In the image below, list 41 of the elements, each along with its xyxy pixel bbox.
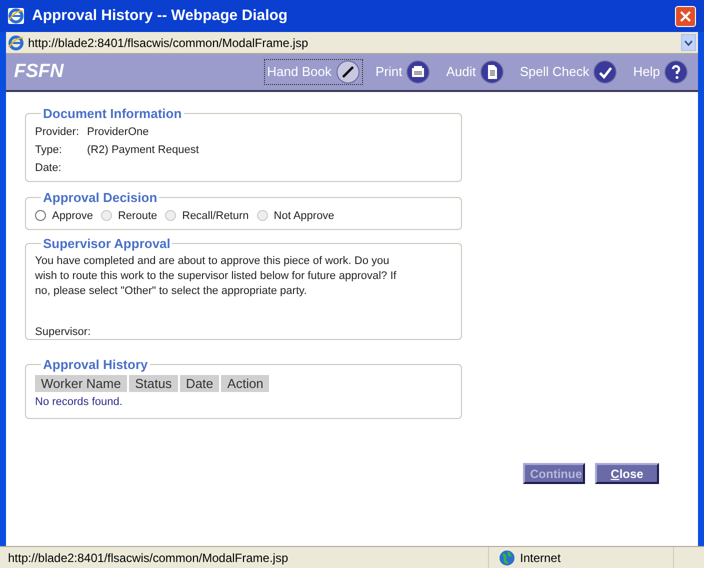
column-header: Date: [180, 374, 220, 392]
instruction-text: You have completed and are about to approve this piece of work. Do you wish to route this work to the supervisor listed below for future approval? If no, please select "Other" to select the appropriate party.: [35, 254, 398, 298]
section-title: Approval History: [42, 356, 149, 374]
checkmark-icon: [593, 60, 618, 84]
column-header: Action: [221, 374, 270, 392]
document-icon: [480, 60, 504, 84]
browser-icon: [8, 8, 24, 24]
toolbar-button[interactable]: Print: [374, 60, 432, 84]
column-header: Worker Name: [35, 374, 127, 392]
address-text: http://blade2:8401/flsacwis/common/ModalFrame.jsp: [28, 34, 310, 52]
field-label: Date:: [35, 161, 62, 176]
brand-logo: FSFN: [14, 60, 65, 84]
field-label: Type:: [35, 143, 63, 158]
close-button[interactable]: [675, 6, 696, 26]
field-label: Provider:: [35, 125, 80, 140]
field-label: Supervisor:: [35, 324, 92, 340]
section-title: Document Information: [42, 105, 183, 123]
radio-button[interactable]: [35, 210, 46, 222]
toolbar-button[interactable]: Hand Book: [265, 60, 362, 84]
toolbar-button[interactable]: Audit: [444, 60, 506, 84]
pen-icon: [336, 60, 360, 84]
field-value: (R2) Payment Request: [87, 143, 199, 158]
chevron-down-icon: [684, 40, 693, 46]
printer-icon: [406, 60, 430, 84]
help-icon: [664, 60, 688, 84]
radio-option[interactable]: Approve: [35, 208, 93, 224]
dialog-button[interactable]: Close: [595, 463, 659, 484]
section-title: Approval Decision: [42, 189, 158, 207]
browser-icon: [8, 34, 24, 50]
dropdown-button[interactable]: [681, 34, 696, 51]
toolbar-button[interactable]: Spell Check: [518, 60, 620, 84]
empty-message: No records found.: [35, 394, 124, 410]
window-title: Approval History -- Webpage Dialog: [32, 6, 289, 26]
field-value: ProviderOne: [87, 125, 149, 140]
status-text: http://blade2:8401/flsacwis/common/ModalFrame.jsp: [7, 550, 290, 566]
toolbar-button[interactable]: Help: [631, 60, 690, 84]
section-title: Supervisor Approval: [42, 235, 172, 253]
close-icon: [680, 10, 691, 22]
zone-label: Internet: [520, 550, 561, 566]
column-header: Status: [128, 374, 178, 392]
globe-icon: [499, 550, 515, 566]
